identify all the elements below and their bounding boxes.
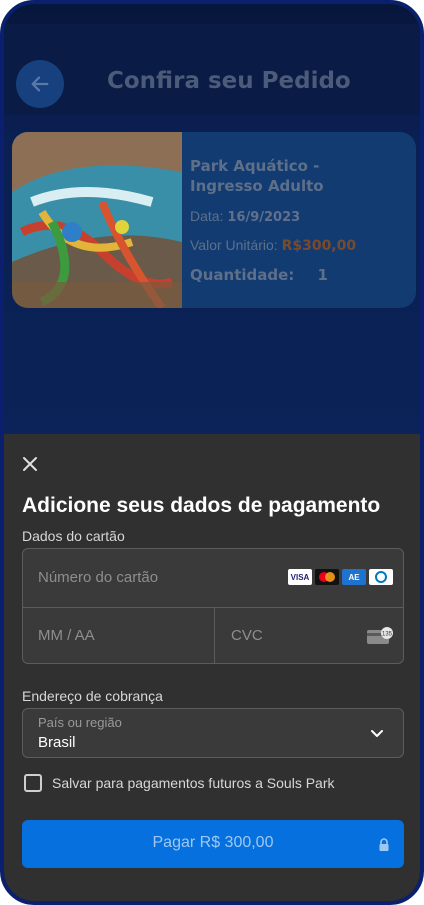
close-icon <box>23 457 37 471</box>
order-details: Park Aquático - Ingresso Adulto Data: 16… <box>190 156 406 284</box>
phone-frame: Confira seu Pedido Park Aquático - Ingre… <box>0 0 424 905</box>
date-row: Data: 16/9/2023 <box>190 208 406 225</box>
expiry-field[interactable]: MM / AA <box>23 607 215 664</box>
quantity-label: Quantidade: <box>190 266 295 284</box>
order-card: Park Aquático - Ingresso Adulto Data: 16… <box>12 132 416 308</box>
close-button[interactable] <box>18 452 42 476</box>
chevron-down-icon <box>371 730 383 737</box>
amex-icon: AE <box>342 569 366 585</box>
country-value: Brasil <box>38 734 76 751</box>
cvc-placeholder: CVC <box>231 627 263 644</box>
diners-icon <box>369 569 393 585</box>
expiry-placeholder: MM / AA <box>38 627 95 644</box>
save-checkbox[interactable] <box>24 774 42 792</box>
date-label: Data: <box>190 208 224 224</box>
svg-text:135: 135 <box>382 632 393 638</box>
card-brands: VISA AE <box>288 569 393 585</box>
arrow-left-icon <box>31 76 49 92</box>
card-number-placeholder: Número do cartão <box>38 569 159 586</box>
product-image <box>12 132 182 308</box>
card-section-label: Dados do cartão <box>22 528 125 544</box>
billing-label: Endereço de cobrança <box>22 688 163 704</box>
price-row: Valor Unitário: R$300,00 <box>190 237 406 254</box>
cvc-field[interactable]: CVC 135 <box>215 607 403 664</box>
visa-icon: VISA <box>288 569 312 585</box>
price-label: Valor Unitário: <box>190 237 278 253</box>
lock-icon <box>379 838 389 851</box>
date-value: 16/9/2023 <box>227 210 301 225</box>
page-title: Confira seu Pedido <box>107 68 351 94</box>
mastercard-icon <box>315 569 339 585</box>
save-label: Salvar para pagamentos futuros a Souls P… <box>52 775 335 791</box>
quantity-row: Quantidade: 1 <box>190 266 406 284</box>
card-number-field[interactable]: Número do cartão VISA AE <box>23 549 403 608</box>
payment-title: Adicione seus dados de pagamento <box>22 494 381 517</box>
save-for-future-row[interactable]: Salvar para pagamentos futuros a Souls P… <box>24 774 335 792</box>
cvc-card-icon: 135 <box>367 627 393 644</box>
card-details-box: Número do cartão VISA AE MM / AA CVC 135 <box>22 548 404 664</box>
product-name: Park Aquático - Ingresso Adulto <box>190 157 324 195</box>
quantity-value: 1 <box>317 266 328 284</box>
pay-button[interactable]: Pagar R$ 300,00 <box>22 820 404 868</box>
country-select[interactable]: País ou região Brasil <box>22 708 404 758</box>
country-label: País ou região <box>38 715 122 730</box>
price-value: R$300,00 <box>281 238 357 254</box>
payment-sheet: Adicione seus dados de pagamento Dados d… <box>4 434 420 901</box>
back-button[interactable] <box>16 60 64 108</box>
pay-button-label: Pagar R$ 300,00 <box>152 834 274 851</box>
